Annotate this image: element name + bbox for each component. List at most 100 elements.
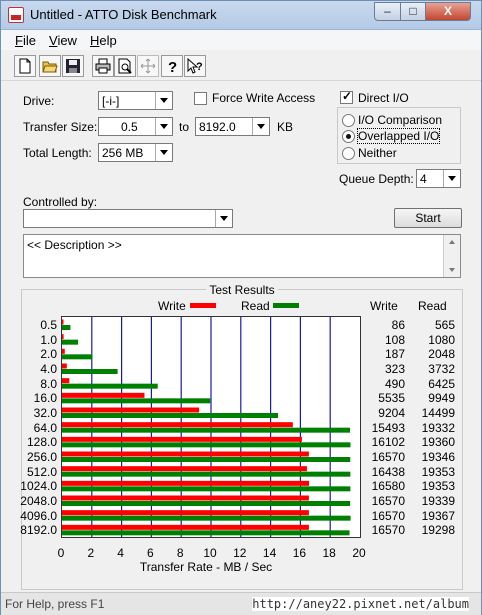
x-tick-label: 12 — [233, 546, 247, 560]
transfer-size-row-label: 256.0 — [26, 450, 57, 464]
chevron-down-icon[interactable] — [252, 118, 269, 135]
write-value: 86 — [391, 318, 405, 332]
read-bar — [62, 486, 351, 492]
close-button[interactable]: X — [425, 2, 471, 21]
save-button[interactable] — [62, 55, 84, 77]
read-value: 19298 — [421, 523, 455, 538]
io-comparison-radio[interactable] — [342, 114, 355, 127]
chevron-down-icon[interactable] — [155, 144, 172, 161]
watermark-text: http://aney22.pixnet.net/album — [252, 597, 469, 611]
x-tick-label: 20 — [352, 546, 366, 560]
controlled-by-select[interactable] — [23, 209, 233, 228]
queue-depth-select[interactable]: 4 — [416, 169, 461, 188]
scroll-down-icon[interactable] — [449, 268, 455, 272]
help-button[interactable]: ? — [161, 55, 183, 77]
write-bar — [62, 392, 145, 398]
description-box[interactable]: << Description >> — [23, 234, 461, 278]
results-title-text: Test Results — [206, 283, 278, 297]
write-value: 16570 — [371, 508, 405, 523]
x-tick-label: 0 — [57, 546, 65, 560]
write-bar — [62, 334, 64, 340]
chevron-down-icon[interactable] — [215, 210, 232, 227]
maximize-button[interactable]: □ — [400, 2, 426, 21]
legend-write-label: Write — [158, 299, 186, 313]
transfer-size-from-value: 0.5 — [121, 120, 138, 134]
drive-label: Drive: — [23, 94, 55, 108]
move-button[interactable] — [137, 55, 159, 77]
write-value: 187 — [384, 347, 405, 362]
write-value: 108 — [384, 332, 405, 347]
context-help-button[interactable]: ? — [184, 55, 206, 77]
new-button[interactable] — [14, 55, 36, 77]
force-write-checkbox[interactable] — [194, 92, 207, 105]
app-icon — [8, 7, 24, 23]
chevron-down-icon[interactable] — [155, 118, 172, 135]
minimize-button[interactable]: – — [374, 2, 401, 21]
scroll-up-icon[interactable] — [449, 240, 455, 244]
write-value: 16570 — [371, 523, 405, 538]
transfer-size-row-label: 2.0 — [40, 347, 57, 362]
write-bar — [62, 451, 309, 457]
start-button[interactable]: Start — [394, 208, 462, 228]
description-scrollbar[interactable] — [443, 235, 460, 277]
open-icon — [42, 61, 58, 73]
queue-depth-value: 4 — [420, 172, 427, 186]
print-button[interactable] — [92, 55, 114, 77]
results-title: Test Results — [1, 283, 482, 297]
menu-view[interactable]: View — [49, 33, 77, 48]
direct-io-checkbox[interactable] — [340, 89, 353, 104]
transfer-size-row-label: 0.5 — [40, 318, 57, 332]
legend-read-swatch — [273, 303, 299, 308]
total-length-select[interactable]: 256 MB — [98, 143, 173, 162]
write-bar — [62, 407, 200, 413]
read-value: 6425 — [428, 376, 455, 391]
read-value: 19360 — [421, 435, 455, 450]
write-bar — [62, 524, 309, 530]
chevron-down-icon[interactable] — [155, 92, 172, 109]
transfer-size-row-label: 128.0 — [26, 435, 57, 450]
legend-write-swatch — [190, 303, 216, 308]
open-button[interactable] — [39, 55, 61, 77]
read-bar — [62, 325, 71, 330]
x-tick-label: 4 — [117, 546, 124, 560]
write-column-header: Write — [370, 299, 398, 313]
read-bar — [62, 515, 351, 521]
print-preview-button[interactable] — [114, 55, 136, 77]
neither-label: Neither — [358, 146, 397, 160]
transfer-size-row-label: 512.0 — [26, 464, 57, 479]
read-value: 9949 — [428, 391, 455, 406]
read-bar — [62, 339, 79, 345]
menu-file[interactable]: File — [15, 33, 36, 48]
transfer-size-row-label: 16.0 — [33, 391, 57, 406]
read-bar — [62, 369, 118, 374]
transfer-size-from-select[interactable]: 0.5 — [98, 117, 173, 136]
total-length-value: 256 MB — [102, 146, 144, 160]
x-tick-label: 2 — [87, 546, 95, 560]
read-value: 19332 — [421, 420, 455, 435]
transfer-size-to-select[interactable]: 8192.0 — [195, 117, 270, 136]
drive-value: [-i-] — [102, 94, 120, 108]
x-tick-label: 16 — [292, 546, 307, 560]
menu-help-accel: H — [90, 33, 100, 48]
drive-select[interactable]: [-i-] — [98, 91, 173, 110]
read-bar — [62, 442, 351, 448]
transfer-size-row-label: 32.0 — [33, 406, 57, 420]
title-bar: Untitled - ATTO Disk Benchmark – □ X — [1, 1, 481, 30]
menu-help[interactable]: Help — [90, 33, 117, 48]
transfer-size-row-label: 8192.0 — [20, 523, 57, 538]
read-bar — [62, 398, 211, 404]
write-value: 16570 — [371, 494, 405, 508]
queue-depth-label: Queue Depth: — [339, 172, 414, 186]
read-value: 19367 — [421, 508, 455, 523]
chevron-down-icon[interactable] — [443, 170, 460, 187]
neither-radio[interactable] — [342, 147, 355, 160]
x-tick-label: 10 — [203, 546, 217, 560]
description-text: << Description >> — [27, 238, 122, 252]
menu-help-rest: elp — [99, 33, 117, 48]
write-bar — [62, 363, 67, 369]
menu-file-accel: F — [15, 33, 23, 48]
read-value: 565 — [434, 318, 455, 332]
overlapped-io-radio[interactable] — [342, 130, 355, 143]
write-bar — [62, 480, 310, 486]
transfer-size-row-label: 64.0 — [33, 420, 57, 435]
